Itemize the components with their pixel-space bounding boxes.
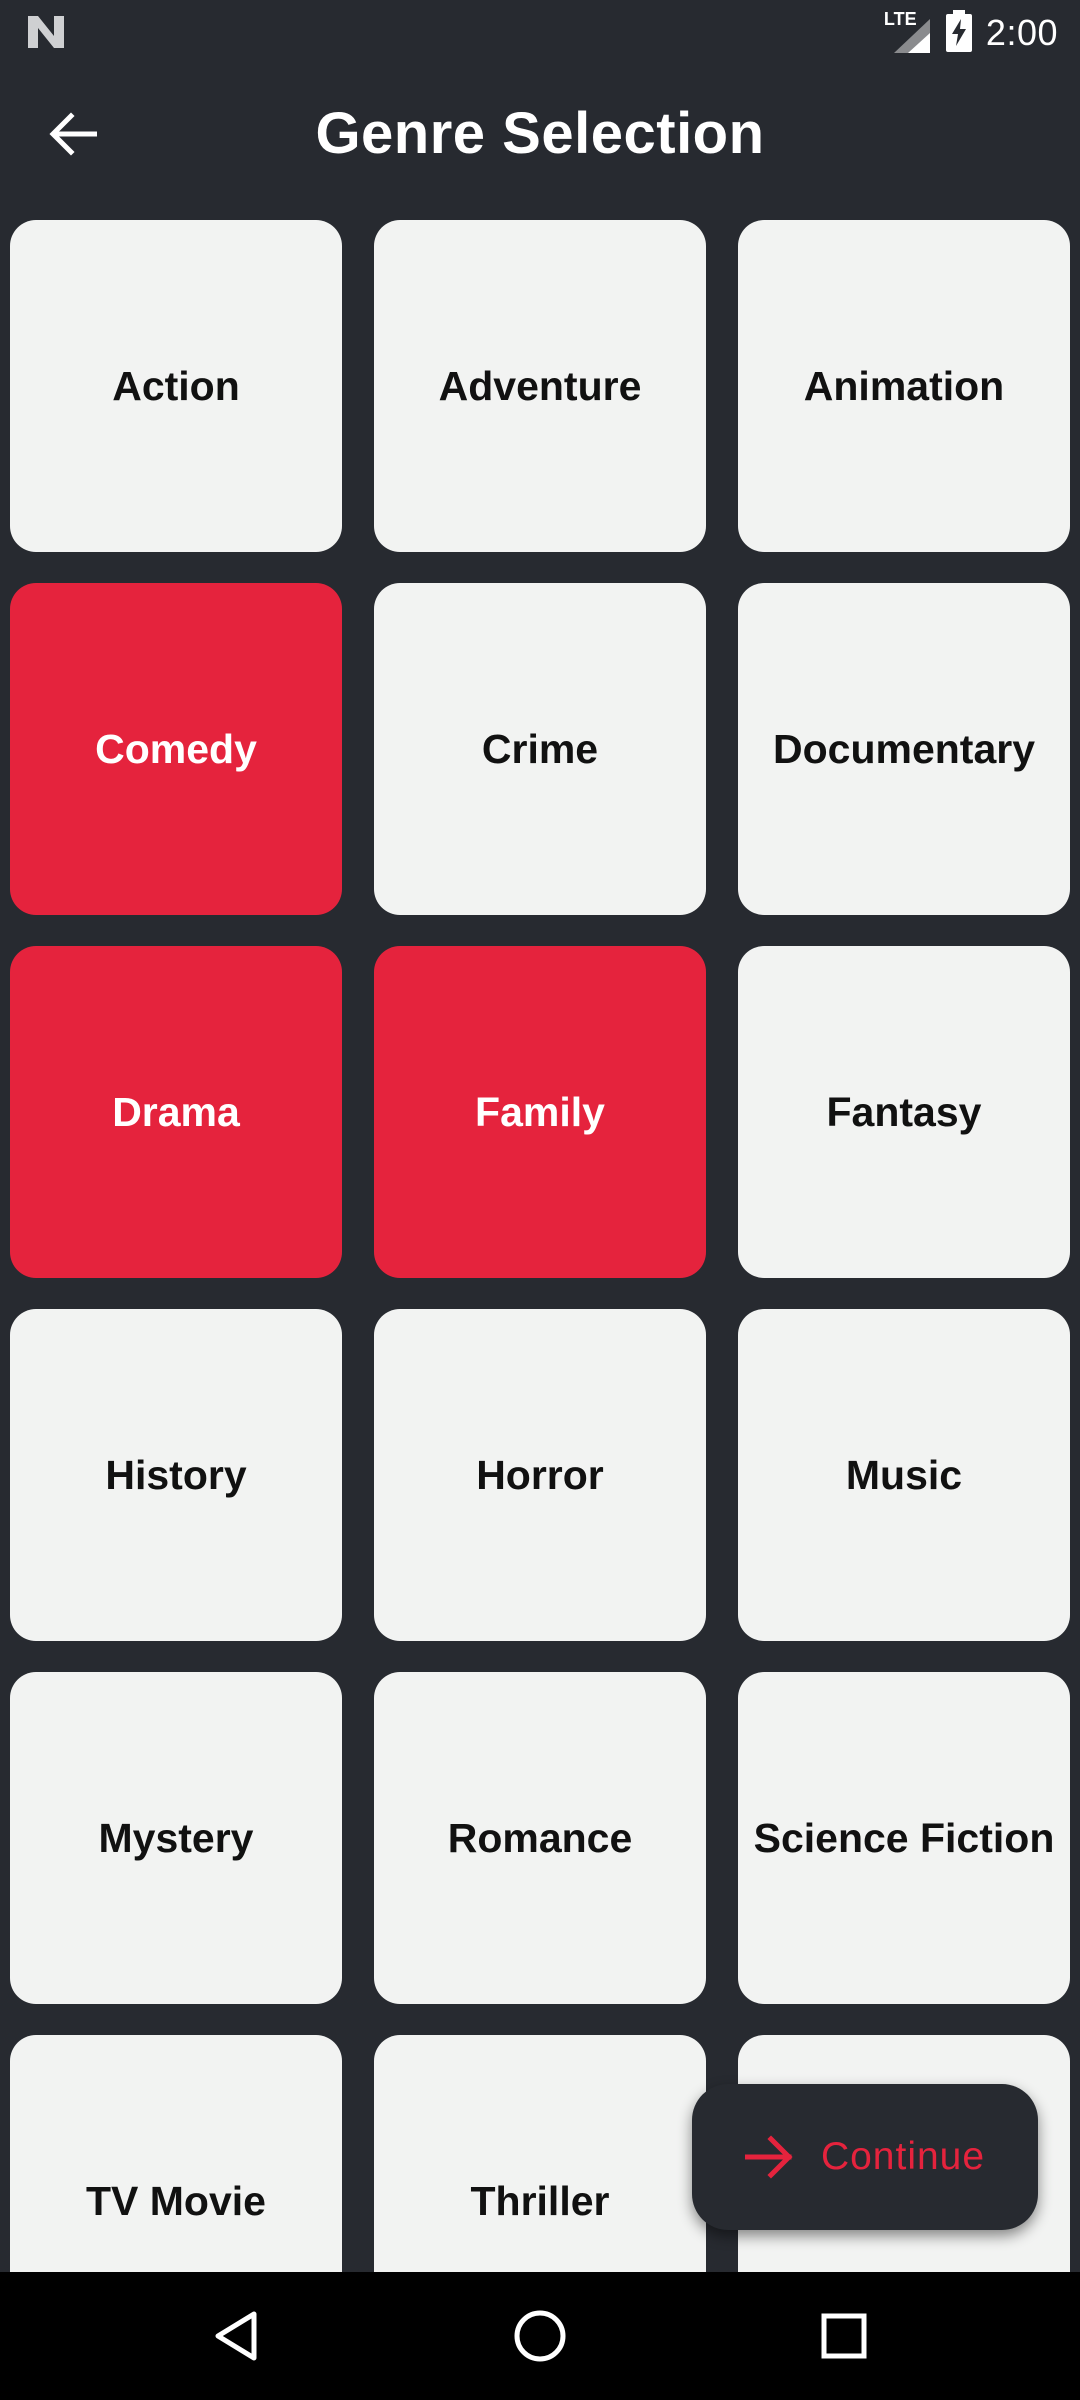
genre-label: Romance — [447, 1814, 633, 1861]
genre-label: Music — [845, 1451, 963, 1498]
genre-tile[interactable]: Animation — [738, 220, 1070, 552]
nav-back-button[interactable] — [206, 2306, 266, 2366]
continue-button[interactable]: Continue — [692, 2084, 1038, 2230]
genre-label: Horror — [476, 1451, 604, 1498]
nav-home-button[interactable] — [510, 2306, 570, 2366]
app-bar: Genre Selection — [0, 64, 1080, 204]
continue-label: Continue — [820, 2135, 986, 2178]
genre-tile[interactable]: Drama — [10, 946, 342, 1278]
genre-tile[interactable]: Documentary — [738, 583, 1070, 915]
genre-tile[interactable]: Fantasy — [738, 946, 1070, 1278]
genre-label: History — [105, 1451, 247, 1498]
genre-label: Adventure — [438, 362, 642, 409]
genre-label: Crime — [481, 725, 599, 772]
genre-tile[interactable]: Mystery — [10, 1672, 342, 2004]
navigation-bar — [0, 2272, 1080, 2400]
page-title: Genre Selection — [315, 101, 765, 166]
status-icons: LTE 2:00 — [884, 8, 1058, 58]
genre-label: Drama — [112, 1088, 240, 1135]
nav-recents-button[interactable] — [814, 2306, 874, 2366]
genre-tile[interactable]: Action — [10, 220, 342, 552]
square-recents-icon — [821, 2313, 867, 2359]
status-bar: LTE 2:00 — [0, 0, 1080, 64]
genre-tile[interactable]: Science Fiction — [738, 1672, 1070, 2004]
genre-tile[interactable]: Crime — [374, 583, 706, 915]
circle-home-icon — [514, 2310, 566, 2362]
genre-tile[interactable]: Horror — [374, 1309, 706, 1641]
genre-tile[interactable]: Music — [738, 1309, 1070, 1641]
genre-label: Thriller — [470, 2177, 610, 2224]
genre-label: Animation — [803, 362, 1005, 409]
lte-signal-icon: LTE — [884, 9, 932, 55]
genre-tile[interactable]: History — [10, 1309, 342, 1641]
genre-tile[interactable]: Family — [374, 946, 706, 1278]
genre-label: Family — [475, 1088, 605, 1135]
notification-n-icon — [26, 14, 66, 50]
genre-tile[interactable]: Romance — [374, 1672, 706, 2004]
genre-label: Documentary — [772, 725, 1035, 772]
genre-label: Mystery — [98, 1814, 254, 1861]
genre-label: TV Movie — [86, 2177, 266, 2224]
battery-charging-icon — [945, 9, 972, 57]
genre-label: Action — [112, 362, 240, 409]
genre-tile[interactable]: Comedy — [10, 583, 342, 915]
genre-label: Science Fiction — [753, 1814, 1055, 1861]
genre-label: Fantasy — [826, 1088, 982, 1135]
genre-label: Comedy — [95, 725, 257, 772]
genre-selection-screen: LTE 2:00 Genre Selection Action Adventur… — [0, 0, 1080, 2400]
arrow-right-icon — [744, 2135, 793, 2179]
genre-tile[interactable]: Adventure — [374, 220, 706, 552]
triangle-back-icon — [215, 2311, 257, 2361]
status-time: 2:00 — [985, 12, 1058, 53]
